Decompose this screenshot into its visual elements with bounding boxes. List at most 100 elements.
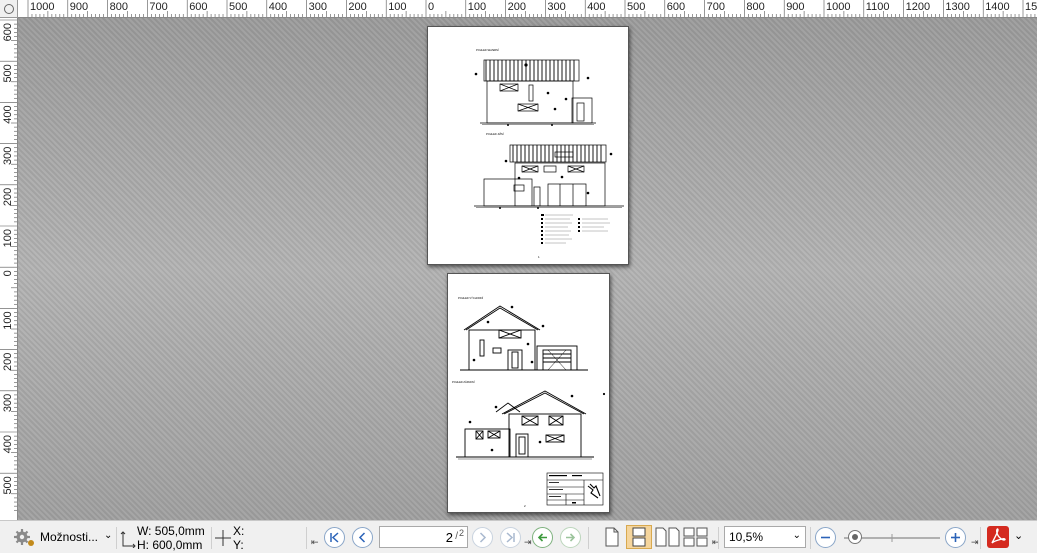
crosshair-icon bbox=[215, 529, 231, 550]
page-number-input[interactable]: 2 / 2 bbox=[379, 526, 468, 548]
plus-icon bbox=[951, 533, 960, 542]
page1-title-1: POHLED SEVERNÍ bbox=[476, 48, 499, 52]
last-page-icon bbox=[506, 532, 515, 543]
right-edge-icon: ⇥ bbox=[524, 537, 532, 547]
acrobat-icon bbox=[991, 528, 1006, 544]
ruler-label: 300 bbox=[547, 1, 565, 13]
ruler-label: 900 bbox=[786, 1, 804, 13]
chevron-right-icon bbox=[479, 532, 487, 543]
drawing-elevations-north-south: POHLED SEVERNÍ POHLED JIŽNÍ 1 bbox=[474, 48, 624, 259]
arrow-right-icon bbox=[566, 533, 576, 542]
ruler-label: 1000 bbox=[826, 1, 850, 13]
single-page-icon bbox=[605, 527, 619, 547]
page-thumbnail-2[interactable]: POHLED VÝCHODNÍ POHLED ZÁPADNÍ 2 bbox=[447, 273, 610, 513]
document-canvas[interactable]: POHLED SEVERNÍ POHLED JIŽNÍ 1 POHLED VÝC… bbox=[18, 18, 1037, 520]
chevron-down-icon[interactable]: ⌄ bbox=[104, 530, 112, 541]
zoom-in-button[interactable] bbox=[945, 527, 966, 548]
page-width-label: W: 505,0mm bbox=[137, 524, 205, 538]
page2-title-2: POHLED ZÁPADNÍ bbox=[452, 380, 475, 384]
page-height-label: H: 600,0mm bbox=[137, 538, 203, 552]
ruler-label: 300 bbox=[2, 394, 14, 412]
first-page-icon bbox=[330, 532, 339, 543]
page-thumbnail-1[interactable]: POHLED SEVERNÍ POHLED JIŽNÍ 1 bbox=[427, 26, 629, 265]
ruler-label: 200 bbox=[2, 353, 14, 371]
ruler-origin-icon bbox=[4, 4, 14, 14]
cursor-x-label: X: bbox=[233, 524, 245, 538]
page2-title-1: POHLED VÝCHODNÍ bbox=[458, 296, 483, 300]
ruler-label: 300 bbox=[2, 147, 14, 165]
ruler-label: 1400 bbox=[985, 1, 1009, 13]
ruler-label: 500 bbox=[2, 64, 14, 82]
page1-number: 1 bbox=[538, 255, 540, 259]
cursor-y-label: Y: bbox=[233, 538, 244, 552]
left-edge-icon: ⇤ bbox=[311, 537, 319, 547]
page-size-icon bbox=[120, 530, 136, 551]
gear-icon[interactable] bbox=[14, 528, 36, 551]
ruler-label: 400 bbox=[2, 105, 14, 123]
continuous-view-button[interactable] bbox=[626, 525, 652, 549]
drawing-elevations-east-west: POHLED VÝCHODNÍ POHLED ZÁPADNÍ 2 bbox=[452, 296, 606, 508]
ruler-label: 800 bbox=[746, 1, 764, 13]
ruler-label: 1000 bbox=[30, 1, 54, 13]
ruler-label: 300 bbox=[309, 1, 327, 13]
page-number-value: 2 bbox=[445, 530, 453, 545]
ruler-label: 500 bbox=[229, 1, 247, 13]
minus-icon bbox=[821, 536, 830, 539]
ruler-label: 600 bbox=[667, 1, 685, 13]
ruler-label: 400 bbox=[269, 1, 287, 13]
ruler-label: 500 bbox=[2, 476, 14, 494]
zoom-value: 10,5% bbox=[729, 530, 764, 544]
options-button[interactable]: Možnosti... bbox=[40, 530, 98, 544]
single-page-view-button[interactable] bbox=[604, 527, 620, 550]
first-page-button[interactable] bbox=[324, 527, 345, 548]
ruler-label: 900 bbox=[70, 1, 88, 13]
ruler-label: 1100 bbox=[866, 1, 890, 13]
two-page-icon bbox=[655, 527, 680, 547]
forward-view-button[interactable] bbox=[560, 527, 581, 548]
status-bar: Možnosti... ⌄ W: 505,0mm H: 600,0mm X: Y… bbox=[0, 520, 1037, 553]
zoom-slider[interactable] bbox=[842, 527, 942, 549]
page-separator: / bbox=[455, 531, 458, 542]
grid-pages-icon bbox=[683, 527, 708, 547]
two-page-view-button[interactable] bbox=[655, 527, 681, 550]
continuous-page-icon bbox=[632, 527, 646, 547]
ruler-label: 600 bbox=[189, 1, 207, 13]
ruler-label: 200 bbox=[508, 1, 526, 13]
ruler-label: 700 bbox=[149, 1, 167, 13]
previous-page-button[interactable] bbox=[352, 527, 373, 548]
right-edge-icon-2: ⇥ bbox=[971, 537, 979, 547]
ruler-label: 100 bbox=[468, 1, 486, 13]
chevron-left-icon bbox=[358, 532, 366, 543]
last-page-button[interactable] bbox=[500, 527, 521, 548]
ruler-label: 1300 bbox=[945, 1, 969, 13]
ruler-label: 400 bbox=[587, 1, 605, 13]
ruler-label: 0 bbox=[428, 1, 434, 13]
grid-view-button[interactable] bbox=[683, 527, 709, 550]
page2-number: 2 bbox=[524, 504, 526, 508]
ruler-label: 200 bbox=[348, 1, 366, 13]
zoom-out-button[interactable] bbox=[815, 527, 836, 548]
arrow-left-icon bbox=[537, 533, 547, 542]
ruler-label: 600 bbox=[2, 23, 14, 41]
page-total-value: 2 bbox=[458, 528, 464, 538]
back-view-button[interactable] bbox=[532, 527, 553, 548]
horizontal-ruler[interactable]: 1000 900 800 700 600 500 400 300 200 100 0 100 200 30… bbox=[18, 0, 1037, 18]
page1-title-2: POHLED JIŽNÍ bbox=[486, 131, 504, 136]
ruler-label: 500 bbox=[627, 1, 645, 13]
ruler-label: 400 bbox=[2, 435, 14, 453]
ruler-label: 100 bbox=[2, 229, 14, 247]
vertical-ruler[interactable]: 600 500 400 300 200 100 0 100 200 300 400 500 bbox=[0, 18, 18, 520]
ruler-label: 0 bbox=[2, 270, 14, 276]
pdf-options-chevron-down-icon[interactable]: ⌄ bbox=[1014, 529, 1023, 542]
ruler-corner[interactable] bbox=[0, 0, 18, 18]
ruler-label: 100 bbox=[2, 311, 14, 329]
zoom-select[interactable]: 10,5% ⌄ bbox=[724, 526, 806, 548]
ruler-label: 1200 bbox=[906, 1, 930, 13]
ruler-label: 100 bbox=[388, 1, 406, 13]
ruler-label: 15 bbox=[1025, 1, 1037, 13]
pdf-export-button[interactable] bbox=[987, 526, 1009, 548]
next-page-button[interactable] bbox=[472, 527, 493, 548]
ruler-label: 800 bbox=[110, 1, 128, 13]
chevron-down-icon: ⌄ bbox=[792, 530, 801, 541]
ruler-label: 700 bbox=[707, 1, 725, 13]
